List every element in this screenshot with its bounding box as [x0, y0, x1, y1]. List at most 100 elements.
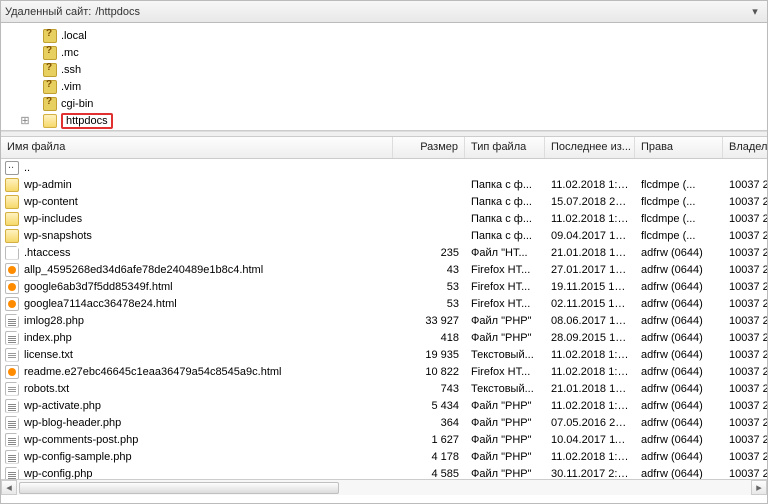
tree-item-label: httpdocs	[61, 113, 113, 129]
unknown-folder-icon	[43, 97, 57, 111]
col-own[interactable]: Владелец/Г...	[723, 137, 767, 158]
tree-item-label: .local	[61, 30, 87, 42]
file-size: 418	[393, 332, 465, 344]
firefox-file-icon	[5, 263, 19, 277]
file-name: wp-content	[24, 196, 78, 208]
scroll-thumb[interactable]	[19, 482, 339, 494]
file-row[interactable]: robots.txt 743Текстовый...21.01.2018 14:2…	[1, 380, 767, 397]
horizontal-scrollbar[interactable]: ◂ ▸	[1, 479, 767, 495]
file-row[interactable]: wp-includesПапка с ф...11.02.2018 1:21..…	[1, 210, 767, 227]
tree-item[interactable]: .mc	[3, 44, 767, 61]
file-size: 10 822	[393, 366, 465, 378]
file-list[interactable]: ..wp-adminПапка с ф...11.02.2018 1:21...…	[1, 159, 767, 479]
file-type: Firefox HT...	[465, 366, 545, 378]
col-type[interactable]: Тип файла	[465, 137, 545, 158]
file-row[interactable]: ..	[1, 159, 767, 176]
file-date: 08.06.2017 16:3...	[545, 315, 635, 327]
file-name: readme.e27ebc46645c1eaa36479a54c8545a9c.…	[24, 366, 282, 378]
unknown-folder-icon	[43, 63, 57, 77]
file-type: Текстовый...	[465, 383, 545, 395]
file-date: 11.02.2018 1:21...	[545, 451, 635, 463]
path-value[interactable]: /httpdocs	[95, 6, 747, 18]
file-perm: adfrw (0644)	[635, 451, 723, 463]
file-own: 10037 2524	[723, 349, 767, 361]
file-name: .htaccess	[24, 247, 70, 259]
tree-item[interactable]: cgi-bin	[3, 95, 767, 112]
file-row[interactable]: wp-config.php4 585Файл "PHP"30.11.2017 2…	[1, 465, 767, 479]
folder-tree[interactable]: .local .mc.ssh .vim cgi-bin ⊞ httpdocs	[1, 23, 767, 131]
file-row[interactable]: wp-snapshotsПапка с ф...09.04.2017 15:0.…	[1, 227, 767, 244]
file-row[interactable]: license.txt19 935Текстовый...11.02.2018 …	[1, 346, 767, 363]
file-name: license.txt	[24, 349, 73, 361]
file-name: googlea7114acc36478e24.html	[24, 298, 177, 310]
expand-icon[interactable]: ⊞	[19, 114, 31, 127]
col-perm[interactable]: Права	[635, 137, 723, 158]
col-date[interactable]: Последнее из...	[545, 137, 635, 158]
file-size: 43	[393, 264, 465, 276]
file-own: 10037 2524	[723, 383, 767, 395]
tree-item[interactable]: .vim	[3, 78, 767, 95]
file-name: google6ab3d7f5dd85349f.html	[24, 281, 173, 293]
file-row[interactable]: .htaccess235Файл "HT...21.01.2018 13:0..…	[1, 244, 767, 261]
tree-item-label: .vim	[61, 81, 81, 93]
scroll-right-icon[interactable]: ▸	[751, 480, 767, 495]
file-row[interactable]: wp-config-sample.php4 178Файл "PHP"11.02…	[1, 448, 767, 465]
file-row[interactable]: wp-activate.php5 434Файл "PHP"11.02.2018…	[1, 397, 767, 414]
file-date: 15.07.2018 21:4...	[545, 196, 635, 208]
file-icon	[5, 246, 19, 260]
file-type: Файл "PHP"	[465, 400, 545, 412]
file-row[interactable]: readme.e27ebc46645c1eaa36479a54c8545a9c.…	[1, 363, 767, 380]
file-type: Папка с ф...	[465, 179, 545, 191]
file-size: 743	[393, 383, 465, 395]
file-own: 10037 2524	[723, 468, 767, 480]
tree-item[interactable]: ⊞ httpdocs	[3, 112, 767, 129]
file-name: robots.txt	[24, 383, 69, 395]
file-row[interactable]: wp-adminПапка с ф...11.02.2018 1:21...fl…	[1, 176, 767, 193]
file-size: 5 434	[393, 400, 465, 412]
file-perm: adfrw (0644)	[635, 298, 723, 310]
file-size: 235	[393, 247, 465, 259]
col-name[interactable]: Имя файла	[1, 137, 393, 158]
file-size: 364	[393, 417, 465, 429]
file-name: allp_4595268ed34d6afe78de240489e1b8c4.ht…	[24, 264, 263, 276]
folder-icon	[5, 178, 19, 192]
file-own: 10037 2524	[723, 264, 767, 276]
firefox-file-icon	[5, 365, 19, 379]
tree-item[interactable]: .local	[3, 27, 767, 44]
file-date: 30.11.2017 2:19...	[545, 468, 635, 480]
file-own: 10037 2524	[723, 281, 767, 293]
file-row[interactable]: index.php418Файл "PHP"28.09.2015 19:1...…	[1, 329, 767, 346]
file-row[interactable]: google6ab3d7f5dd85349f.html 53Firefox HT.…	[1, 278, 767, 295]
file-size: 53	[393, 281, 465, 293]
file-size: 53	[393, 298, 465, 310]
firefox-file-icon	[5, 280, 19, 294]
file-type: Папка с ф...	[465, 213, 545, 225]
file-row[interactable]: allp_4595268ed34d6afe78de240489e1b8c4.ht…	[1, 261, 767, 278]
file-date: 11.02.2018 1:21...	[545, 366, 635, 378]
dropdown-icon[interactable]: ▾	[747, 5, 763, 18]
file-date: 11.02.2018 1:21...	[545, 213, 635, 225]
file-own: 10037 2524	[723, 230, 767, 242]
file-perm: adfrw (0644)	[635, 434, 723, 446]
col-size[interactable]: Размер	[393, 137, 465, 158]
file-perm: adfrw (0644)	[635, 349, 723, 361]
php-file-icon	[5, 467, 19, 480]
file-size: 4 585	[393, 468, 465, 480]
file-row[interactable]: wp-contentПапка с ф...15.07.2018 21:4...…	[1, 193, 767, 210]
file-date: 21.01.2018 14:2...	[545, 383, 635, 395]
file-perm: adfrw (0644)	[635, 417, 723, 429]
file-perm: flcdmpe (...	[635, 179, 723, 191]
file-type: Firefox HT...	[465, 281, 545, 293]
file-row[interactable]: imlog28.php33 927Файл "PHP"08.06.2017 16…	[1, 312, 767, 329]
file-row[interactable]: wp-comments-post.php1 627Файл "PHP"10.04…	[1, 431, 767, 448]
tree-item[interactable]: .ssh	[3, 61, 767, 78]
file-own: 10037 2524	[723, 247, 767, 259]
file-perm: flcdmpe (...	[635, 213, 723, 225]
file-row[interactable]: wp-blog-header.php364Файл "PHP"07.05.201…	[1, 414, 767, 431]
file-type: Файл "HT...	[465, 247, 545, 259]
file-perm: adfrw (0644)	[635, 281, 723, 293]
scroll-left-icon[interactable]: ◂	[1, 480, 17, 495]
file-size: 1 627	[393, 434, 465, 446]
file-row[interactable]: googlea7114acc36478e24.html53Firefox HT.…	[1, 295, 767, 312]
file-date: 10.04.2017 11:4...	[545, 434, 635, 446]
